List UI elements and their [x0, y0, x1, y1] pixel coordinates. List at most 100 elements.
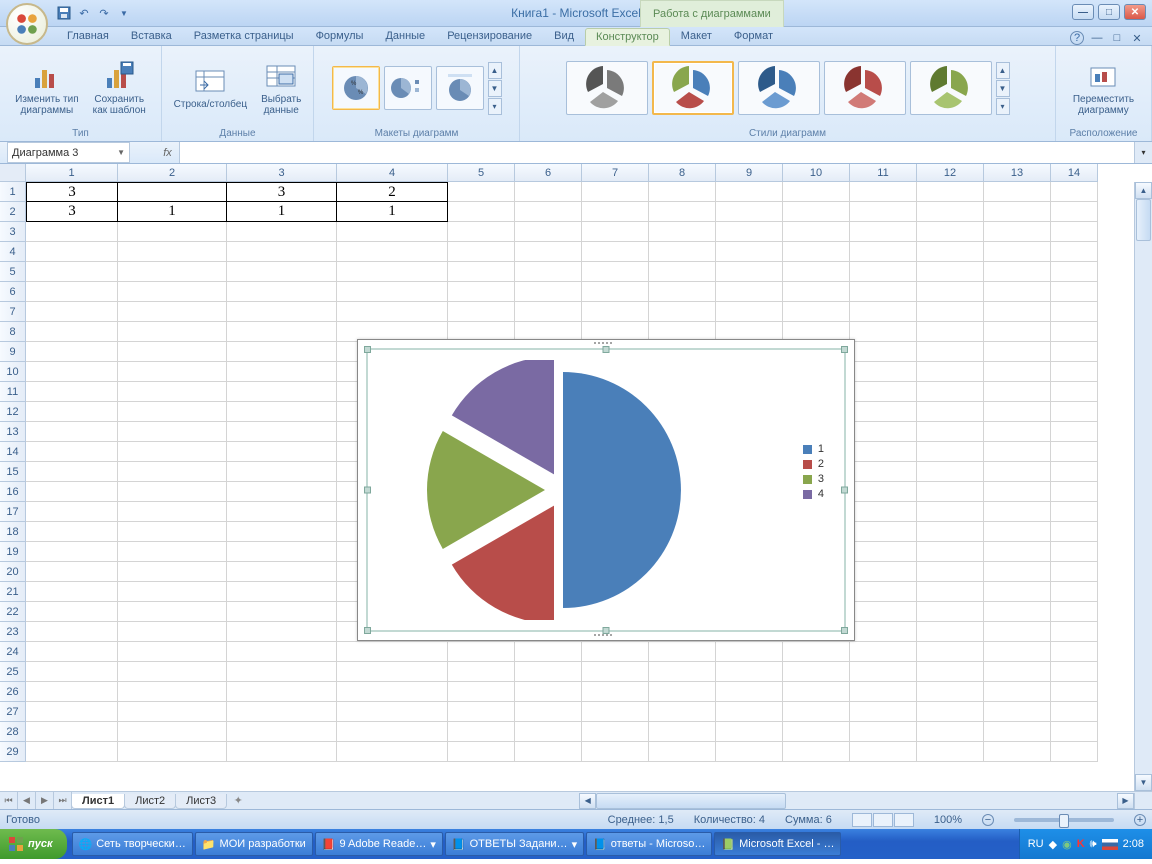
cell[interactable]: [26, 282, 118, 302]
col-header[interactable]: 14: [1051, 164, 1098, 182]
cell[interactable]: [227, 362, 337, 382]
cell[interactable]: [337, 302, 448, 322]
cell[interactable]: [26, 442, 118, 462]
row-header[interactable]: 21: [0, 582, 26, 602]
col-header[interactable]: 3: [227, 164, 337, 182]
row-header[interactable]: 9: [0, 342, 26, 362]
cell[interactable]: [337, 702, 448, 722]
cell[interactable]: [448, 742, 515, 762]
cell[interactable]: [917, 422, 984, 442]
cell[interactable]: [448, 702, 515, 722]
undo-icon[interactable]: ↶: [76, 5, 92, 21]
cell[interactable]: [118, 642, 227, 662]
cell[interactable]: 1: [227, 202, 337, 222]
cell[interactable]: [582, 682, 649, 702]
close-button[interactable]: ✕: [1124, 4, 1146, 20]
taskbar-item[interactable]: 🌐Сеть творчески…: [72, 832, 193, 856]
cell[interactable]: [26, 462, 118, 482]
cell[interactable]: [1051, 742, 1098, 762]
cell[interactable]: [984, 682, 1051, 702]
sheet-first-icon[interactable]: ⏮: [0, 792, 18, 809]
cell[interactable]: [337, 262, 448, 282]
cell[interactable]: [118, 182, 227, 202]
legend-item[interactable]: 2: [803, 458, 824, 470]
cell[interactable]: [716, 682, 783, 702]
cell[interactable]: [515, 682, 582, 702]
cell[interactable]: [649, 182, 716, 202]
cell[interactable]: [984, 242, 1051, 262]
help-icon[interactable]: ?: [1070, 31, 1084, 45]
cell[interactable]: [984, 482, 1051, 502]
cell[interactable]: [917, 462, 984, 482]
cell[interactable]: [337, 222, 448, 242]
scroll-right-icon[interactable]: ▶: [1117, 793, 1134, 809]
tab-формат[interactable]: Формат: [723, 27, 784, 45]
chart-plot-area[interactable]: 1234: [366, 348, 846, 632]
row-header[interactable]: 18: [0, 522, 26, 542]
tray-icon[interactable]: K: [1077, 838, 1085, 850]
cell[interactable]: [26, 402, 118, 422]
tray-lang[interactable]: RU: [1028, 838, 1044, 850]
cell[interactable]: [227, 702, 337, 722]
tray-icon[interactable]: ◉: [1062, 838, 1072, 851]
cell[interactable]: [26, 262, 118, 282]
cell[interactable]: [515, 222, 582, 242]
cell[interactable]: [118, 322, 227, 342]
style-up-icon[interactable]: ▲: [996, 62, 1010, 79]
cell[interactable]: [850, 322, 917, 342]
cell[interactable]: [118, 462, 227, 482]
row-header[interactable]: 17: [0, 502, 26, 522]
col-header[interactable]: 10: [783, 164, 850, 182]
layout-more-icon[interactable]: ▾: [488, 98, 502, 115]
cell[interactable]: [850, 222, 917, 242]
style-down-icon[interactable]: ▼: [996, 80, 1010, 97]
maximize-button[interactable]: □: [1098, 4, 1120, 20]
cell[interactable]: [227, 462, 337, 482]
cell[interactable]: [118, 562, 227, 582]
row-header[interactable]: 11: [0, 382, 26, 402]
cell[interactable]: [850, 182, 917, 202]
chart-layout-1[interactable]: %%: [332, 66, 380, 110]
cell[interactable]: [850, 342, 917, 362]
cell[interactable]: [783, 722, 850, 742]
cell[interactable]: [850, 442, 917, 462]
cell[interactable]: [850, 522, 917, 542]
cell[interactable]: [716, 242, 783, 262]
scroll-down-icon[interactable]: ▼: [1135, 774, 1152, 791]
row-header[interactable]: 28: [0, 722, 26, 742]
cell[interactable]: [515, 282, 582, 302]
cell[interactable]: [118, 662, 227, 682]
cell[interactable]: [227, 382, 337, 402]
taskbar-item[interactable]: 📘ответы - Microso…: [586, 832, 712, 856]
cell[interactable]: [1051, 662, 1098, 682]
cell[interactable]: [850, 262, 917, 282]
chart-style-1[interactable]: [566, 61, 648, 115]
row-header[interactable]: 10: [0, 362, 26, 382]
inner-close-icon[interactable]: ✕: [1130, 31, 1144, 45]
cell[interactable]: [783, 662, 850, 682]
cell[interactable]: [582, 642, 649, 662]
cell[interactable]: [448, 222, 515, 242]
cell[interactable]: [850, 582, 917, 602]
cell[interactable]: [118, 742, 227, 762]
cell[interactable]: [26, 702, 118, 722]
cell[interactable]: [649, 242, 716, 262]
cell[interactable]: [917, 262, 984, 282]
row-header[interactable]: 6: [0, 282, 26, 302]
row-header[interactable]: 12: [0, 402, 26, 422]
cell[interactable]: [917, 242, 984, 262]
cell[interactable]: [448, 182, 515, 202]
legend-item[interactable]: 3: [803, 473, 824, 485]
cell[interactable]: [26, 222, 118, 242]
cell[interactable]: [582, 182, 649, 202]
cell[interactable]: [582, 722, 649, 742]
cell[interactable]: [984, 702, 1051, 722]
cell[interactable]: [582, 302, 649, 322]
cell[interactable]: [850, 362, 917, 382]
cell[interactable]: [227, 342, 337, 362]
cell[interactable]: [118, 282, 227, 302]
cell[interactable]: [917, 222, 984, 242]
cell[interactable]: 3: [26, 182, 118, 202]
cell[interactable]: [716, 262, 783, 282]
cell[interactable]: [227, 442, 337, 462]
